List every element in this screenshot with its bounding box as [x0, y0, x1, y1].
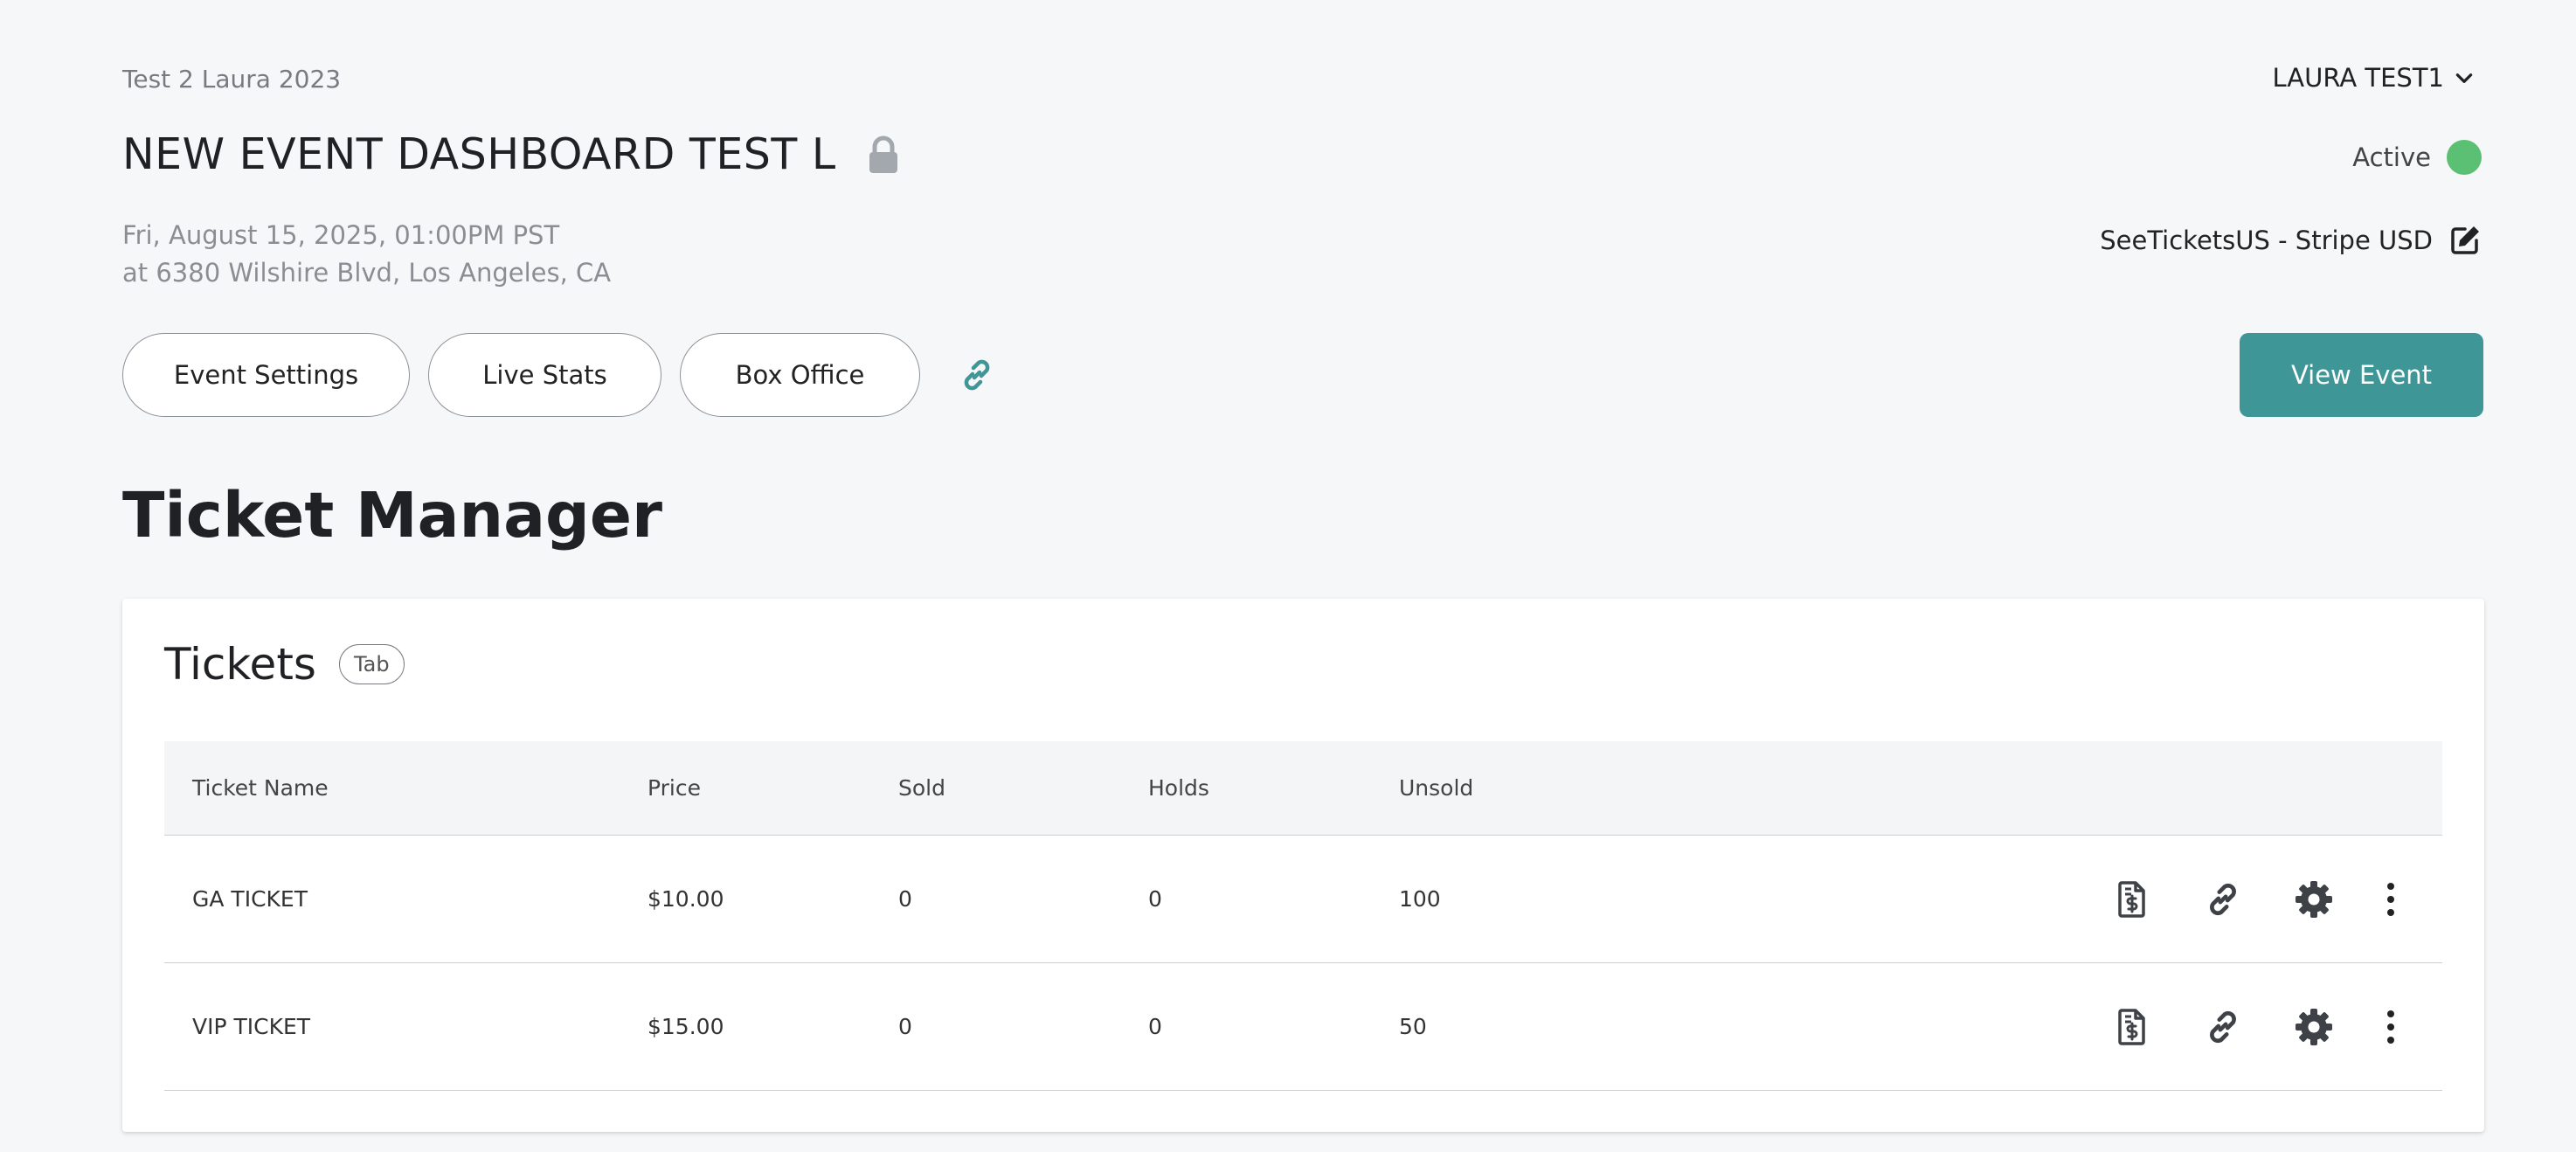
table-row: GA TICKET $10.00 0 0 100 [164, 836, 2442, 963]
ticket-holds: 0 [1148, 1014, 1162, 1039]
user-menu[interactable]: LAURA TEST1 [2272, 63, 2476, 93]
column-header-price: Price [647, 775, 701, 801]
event-settings-button[interactable]: Event Settings [122, 333, 410, 417]
ticket-unsold: 100 [1399, 886, 1441, 912]
invoice-icon[interactable] [2110, 1005, 2154, 1049]
tickets-table: Ticket Name Price Sold Holds Unsold GA T… [164, 741, 2442, 1091]
invoice-icon[interactable] [2110, 878, 2154, 921]
payment-account: SeeTicketsUS - Stripe USD [2100, 224, 2482, 257]
live-stats-button[interactable]: Live Stats [428, 333, 661, 417]
table-header: Ticket Name Price Sold Holds Unsold [164, 741, 2442, 836]
table-row: VIP TICKET $15.00 0 0 50 [164, 963, 2442, 1091]
box-office-button[interactable]: Box Office [680, 333, 920, 417]
event-title: NEW EVENT DASHBOARD TEST L [122, 129, 836, 179]
ticket-manager-title: Ticket Manager [122, 479, 662, 552]
link-icon[interactable] [2201, 878, 2245, 921]
status-indicator [2447, 140, 2482, 175]
row-actions [2110, 878, 2413, 921]
tickets-card: Tickets Tab Ticket Name Price Sold Holds… [122, 599, 2484, 1132]
ticket-holds: 0 [1148, 886, 1162, 912]
column-header-sold: Sold [898, 775, 945, 801]
link-icon[interactable] [2201, 1005, 2245, 1049]
payment-account-label: SeeTicketsUS - Stripe USD [2100, 226, 2433, 255]
chevron-down-icon [2455, 73, 2473, 83]
ticket-price: $15.00 [647, 1014, 724, 1039]
tickets-card-header: Tickets Tab [164, 639, 405, 690]
event-status: Active [2352, 140, 2482, 175]
user-name: LAURA TEST1 [2272, 63, 2444, 93]
tickets-title: Tickets [164, 639, 316, 690]
gear-icon[interactable] [2292, 1005, 2336, 1049]
ticket-sold: 0 [898, 1014, 912, 1039]
event-venue: at 6380 Wilshire Blvd, Los Angeles, CA [122, 258, 612, 288]
column-header-unsold: Unsold [1399, 775, 1474, 801]
tab-badge: Tab [338, 644, 405, 684]
ticket-name: VIP TICKET [192, 1014, 311, 1039]
ticket-price: $10.00 [647, 886, 724, 912]
view-event-button[interactable]: View Event [2240, 333, 2483, 417]
column-header-holds: Holds [1148, 775, 1209, 801]
event-dashboard-page: Test 2 Laura 2023 LAURA TEST1 NEW EVENT … [0, 0, 2576, 1152]
organization-name: Test 2 Laura 2023 [122, 65, 342, 94]
event-action-buttons: Event Settings Live Stats Box Office [122, 333, 996, 417]
row-actions [2110, 1005, 2413, 1049]
edit-icon[interactable] [2448, 224, 2482, 257]
more-vertical-icon[interactable] [2369, 1005, 2413, 1049]
copy-link-icon[interactable] [958, 356, 996, 394]
event-date: Fri, August 15, 2025, 01:00PM PST [122, 220, 560, 250]
ticket-unsold: 50 [1399, 1014, 1427, 1039]
event-title-row: NEW EVENT DASHBOARD TEST L [122, 129, 901, 179]
more-vertical-icon[interactable] [2369, 878, 2413, 921]
lock-icon [869, 135, 897, 173]
ticket-sold: 0 [898, 886, 912, 912]
gear-icon[interactable] [2292, 878, 2336, 921]
status-label: Active [2352, 142, 2431, 172]
ticket-name: GA TICKET [192, 886, 308, 912]
column-header-ticket-name: Ticket Name [192, 775, 329, 801]
